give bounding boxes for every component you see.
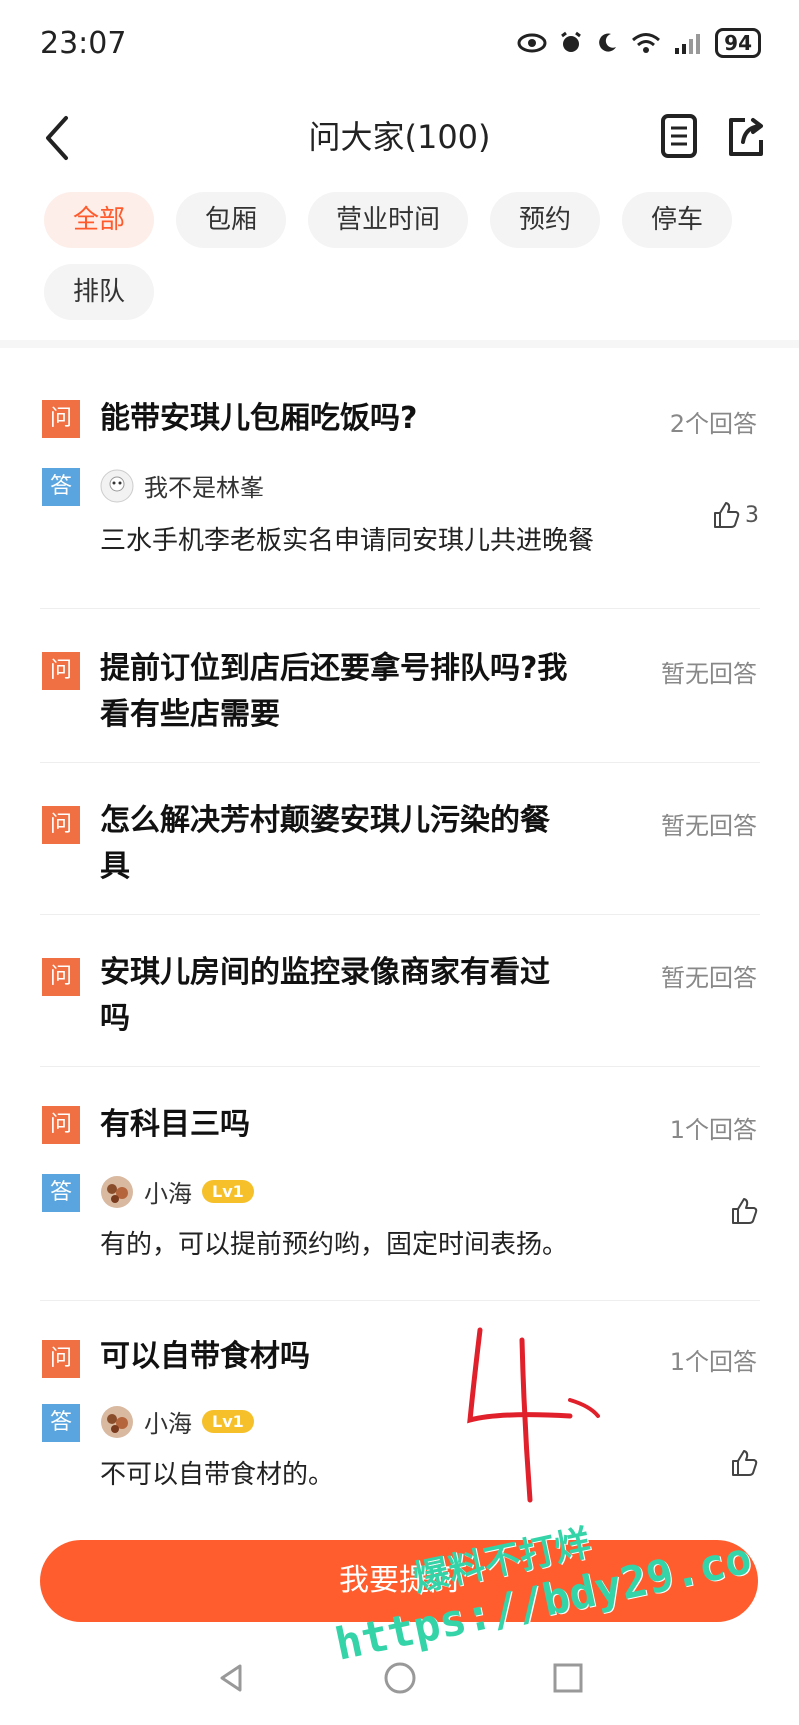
handwritten-annotation xyxy=(467,1327,600,1503)
moon-icon xyxy=(599,33,617,52)
share-icon[interactable] xyxy=(721,106,769,166)
tag-reservation[interactable]: 预约 xyxy=(490,192,600,248)
like-count: 3 xyxy=(745,502,759,528)
nav-recents-icon[interactable] xyxy=(548,1658,588,1698)
status-time: 23:07 xyxy=(40,26,127,61)
user-name: 我不是林峯 xyxy=(144,474,264,502)
eye-icon xyxy=(517,33,547,53)
question-text: 提前订位到店后还要拿号排队吗?我看有些店需要 xyxy=(100,651,568,732)
question-text: 安琪儿房间的监控录像商家有看过吗 xyxy=(100,955,550,1036)
answer-badge: 答 xyxy=(42,468,80,506)
tag-queue[interactable]: 排队 xyxy=(44,264,154,320)
tag-business-hours[interactable]: 营业时间 xyxy=(308,192,468,248)
question-item[interactable]: 问 安琪儿房间的监控录像商家有看过吗 暂无回答 xyxy=(0,918,799,1066)
answer-count: 暂无回答 xyxy=(661,964,757,992)
alarm-icon xyxy=(561,31,582,52)
question-badge: 问 xyxy=(42,1340,80,1378)
user-name: 小海 xyxy=(144,1180,192,1208)
answer-user: 小海 Lv1 xyxy=(100,1174,254,1209)
answer-text: 三水手机李老板实名申请同安琪儿共进晚餐 xyxy=(100,526,595,556)
answer-count: 暂无回答 xyxy=(661,812,757,840)
answer-count: 暂无回答 xyxy=(661,660,757,688)
status-bar: 23:07 94 xyxy=(0,0,799,96)
level-badge: Lv1 xyxy=(202,1180,254,1203)
answer-badge: 答 xyxy=(42,1174,80,1212)
signal-icon xyxy=(675,34,701,54)
question-item[interactable]: 问 提前订位到店后还要拿号排队吗?我看有些店需要 暂无回答 xyxy=(0,612,799,760)
status-icons: 94 xyxy=(517,28,761,58)
document-list-icon[interactable] xyxy=(655,106,703,166)
level-badge: Lv1 xyxy=(202,1410,254,1433)
avatar xyxy=(100,1175,134,1209)
like-button[interactable] xyxy=(729,1196,759,1226)
like-button[interactable] xyxy=(729,1448,759,1478)
separator xyxy=(40,608,760,609)
separator xyxy=(40,1300,760,1301)
question-text: 有科目三吗 xyxy=(100,1107,250,1142)
avatar xyxy=(100,469,134,503)
question-text: 怎么解决芳村颠婆安琪儿污染的餐具 xyxy=(100,803,550,884)
thumbs-up-icon xyxy=(732,1450,758,1476)
question-badge: 问 xyxy=(42,652,80,690)
question-item[interactable]: 问 能带安琪儿包厢吃饭吗? 2个回答 答 我不是林峯 三水手机李老板实名申请同安… xyxy=(0,360,799,590)
question-item[interactable]: 问 有科目三吗 1个回答 答 小海 Lv1 有的，可以提前预约哟，固定时间表扬。 xyxy=(0,1070,799,1300)
separator xyxy=(40,1066,760,1067)
question-badge: 问 xyxy=(42,958,80,996)
question-text: 能带安琪儿包厢吃饭吗? xyxy=(100,401,418,436)
answer-count: 1个回答 xyxy=(669,1116,757,1144)
answer-text: 有的，可以提前预约哟，固定时间表扬。 xyxy=(100,1230,569,1260)
user-name: 小海 xyxy=(144,1410,192,1438)
separator xyxy=(40,914,760,915)
tag-parking[interactable]: 停车 xyxy=(622,192,732,248)
question-badge: 问 xyxy=(42,806,80,844)
question-item[interactable]: 问 怎么解决芳村颠婆安琪儿污染的餐具 暂无回答 xyxy=(0,766,799,914)
answer-count: 2个回答 xyxy=(669,410,757,438)
thumbs-up-icon xyxy=(732,1198,758,1224)
separator xyxy=(40,762,760,763)
section-divider xyxy=(0,340,799,348)
thumbs-up-icon xyxy=(714,502,740,528)
app-header: 问大家(100) xyxy=(0,96,799,186)
question-badge: 问 xyxy=(42,1106,80,1144)
answer-user: 小海 Lv1 xyxy=(100,1404,254,1439)
battery-indicator: 94 xyxy=(715,28,761,58)
tag-private-room[interactable]: 包厢 xyxy=(176,192,286,248)
nav-home-icon[interactable] xyxy=(380,1658,420,1698)
system-nav-bar xyxy=(0,1640,799,1725)
wifi-icon xyxy=(632,33,661,53)
question-item[interactable]: 问 可以自带食材吗 1个回答 答 小海 Lv1 不可以自带食材的。 xyxy=(0,1304,799,1524)
answer-count: 1个回答 xyxy=(669,1348,757,1376)
avatar xyxy=(100,1405,134,1439)
answer-badge: 答 xyxy=(42,1404,80,1442)
question-badge: 问 xyxy=(42,400,80,438)
like-button[interactable]: 3 xyxy=(711,500,759,530)
tag-all[interactable]: 全部 xyxy=(44,192,154,248)
nav-back-icon[interactable] xyxy=(212,1658,252,1698)
answer-user: 我不是林峯 xyxy=(100,468,264,503)
